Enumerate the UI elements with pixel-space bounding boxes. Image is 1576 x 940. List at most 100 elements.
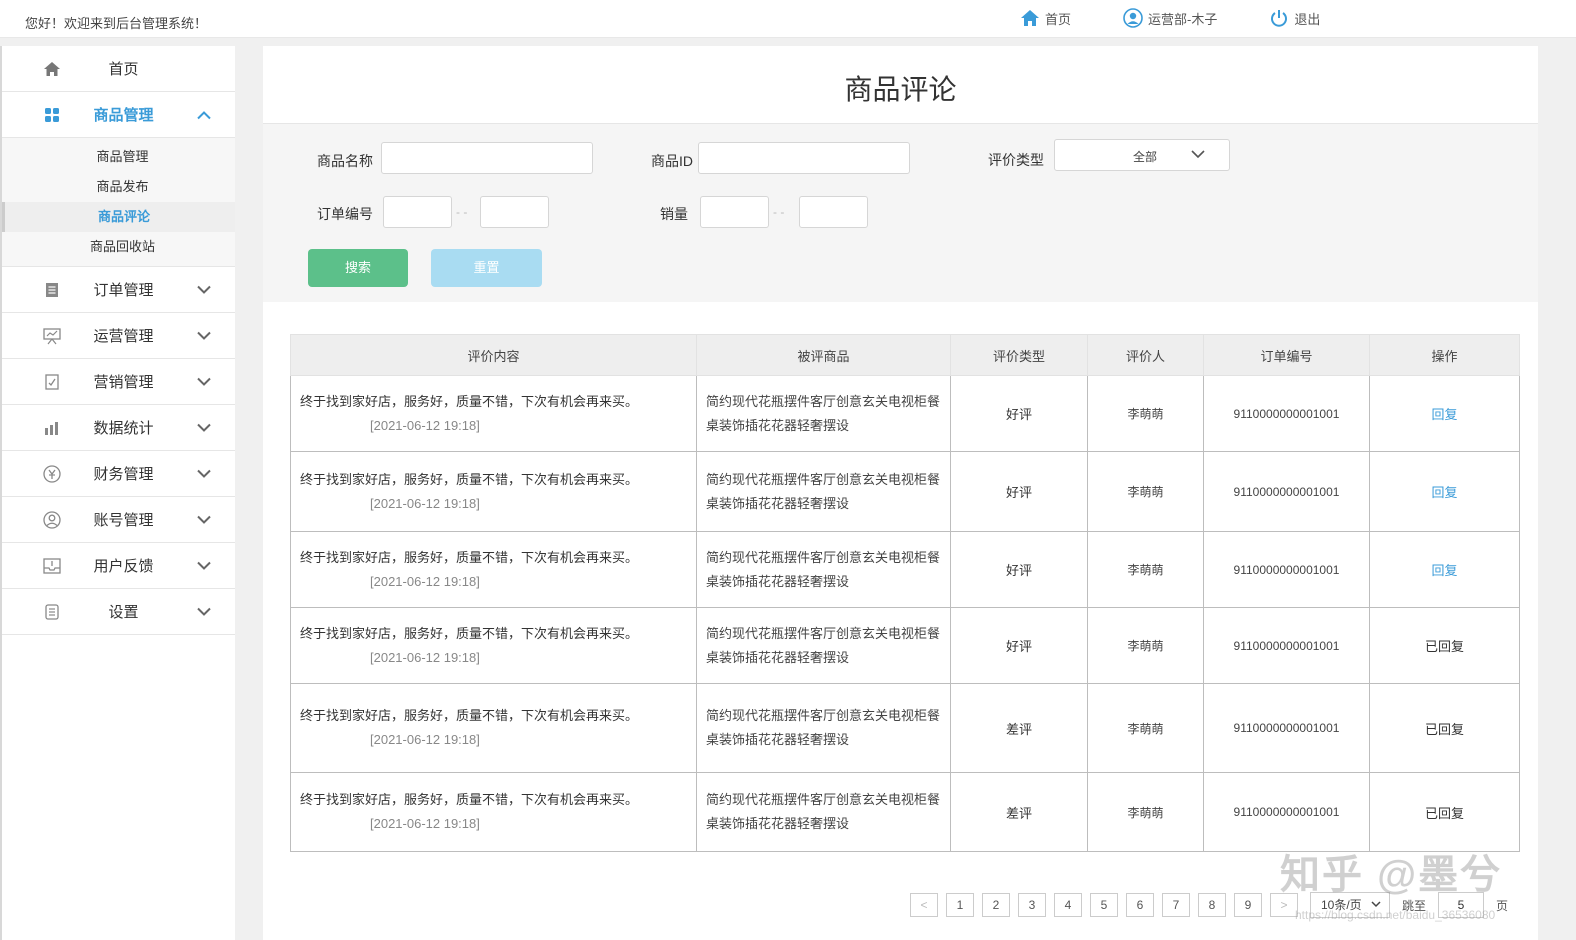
review-type-select[interactable]: 全部 xyxy=(1054,139,1230,171)
review-text: 终于找到家好店，服务好，质量不错，下次有机会再来买。 xyxy=(300,471,639,487)
page-button[interactable]: 7 xyxy=(1162,893,1190,917)
watermark-url: https://blog.csdn.net/baidu_36536080 xyxy=(1295,908,1496,922)
sidebar-item-orders[interactable]: 订单管理 xyxy=(2,267,235,313)
action-cell: 回复 xyxy=(1369,531,1520,608)
order-number-from-input[interactable] xyxy=(383,196,452,228)
product-name-line: 桌装饰插花花器轻奢摆设 xyxy=(706,816,850,831)
watermark-text: 知乎 @墨兮 xyxy=(1280,853,1503,897)
product-name-line: 桌装饰插花花器轻奢摆设 xyxy=(706,649,850,665)
sales-from-input[interactable] xyxy=(700,196,769,228)
product-id-input[interactable] xyxy=(698,142,910,174)
order-number-cell: 9110000000001001 xyxy=(1203,683,1370,773)
user-icon xyxy=(1123,8,1143,28)
page-button[interactable]: 8 xyxy=(1198,893,1226,917)
top-nav: 首页 运营部-木子 退出 xyxy=(1020,8,1372,28)
sales-to-input[interactable] xyxy=(799,196,868,228)
review-type-cell: 差评 xyxy=(950,772,1088,852)
sidebar-item-product-management[interactable]: 商品管理 xyxy=(2,92,235,138)
page-button[interactable]: 4 xyxy=(1054,893,1082,917)
order-number-to-input[interactable] xyxy=(480,196,549,228)
product-cell: 简约现代花瓶摆件客厅创意玄关电视柜餐 桌装饰插花花器轻奢摆设 xyxy=(696,531,951,608)
top-user-label: 运营部-木子 xyxy=(1148,11,1218,27)
submenu-item-product-list[interactable]: 商品管理 xyxy=(2,142,235,172)
search-button[interactable]: 搜索 xyxy=(308,249,408,287)
review-content-cell: 终于找到家好店，服务好，质量不错，下次有机会再来买。 [2021-06-12 19… xyxy=(290,772,697,852)
prev-page-button[interactable]: < xyxy=(910,893,938,917)
table-row: 终于找到家好店，服务好，质量不错，下次有机会再来买。 [2021-06-12 19… xyxy=(290,531,1520,608)
sidebar-item-finance[interactable]: 财务管理 xyxy=(2,451,235,497)
product-cell: 简约现代花瓶摆件客厅创意玄关电视柜餐 桌装饰插花花器轻奢摆设 xyxy=(696,772,951,852)
product-id-label: 商品ID xyxy=(651,153,693,169)
sidebar-item-feedback[interactable]: 用户反馈 xyxy=(2,543,235,589)
top-bar: 您好！欢迎来到后台管理系统！ 首页 运营部-木子 退出 xyxy=(0,0,1576,38)
reply-link[interactable]: 回复 xyxy=(1431,407,1457,422)
review-content-cell: 终于找到家好店，服务好，质量不错，下次有机会再来买。 [2021-06-12 19… xyxy=(290,607,697,684)
page-button[interactable]: 5 xyxy=(1090,893,1118,917)
reviews-table: 评价内容 被评商品 评价类型 评价人 订单编号 操作 终于找到家好店，服务好，质… xyxy=(290,334,1520,852)
submenu-item-product-reviews[interactable]: 商品评论 xyxy=(2,202,235,232)
table-row: 终于找到家好店，服务好，质量不错，下次有机会再来买。 [2021-06-12 19… xyxy=(290,607,1520,684)
table-row: 终于找到家好店，服务好，质量不错，下次有机会再来买。 [2021-06-12 19… xyxy=(290,375,1520,452)
chevron-down-icon xyxy=(197,469,211,478)
table-header-row: 评价内容 被评商品 评价类型 评价人 订单编号 操作 xyxy=(290,334,1520,376)
order-number-label: 订单编号 xyxy=(317,206,373,222)
reply-link[interactable]: 回复 xyxy=(1431,485,1457,500)
chevron-down-icon xyxy=(197,607,211,616)
review-time: [2021-06-12 19:18] xyxy=(370,816,480,831)
product-name-label: 商品名称 xyxy=(317,153,373,169)
filter-panel: 商品名称 商品ID 评价类型 全部 订单编号 - - 销量 - - 搜索 重置 xyxy=(263,124,1538,302)
submenu-item-product-publish[interactable]: 商品发布 xyxy=(2,172,235,202)
product-name-line: 桌装饰插花花器轻奢摆设 xyxy=(706,573,850,589)
sidebar-item-operations[interactable]: 运营管理 xyxy=(2,313,235,359)
reviewer-cell: 李萌萌 xyxy=(1087,451,1204,532)
sidebar-item-statistics[interactable]: 数据统计 xyxy=(2,405,235,451)
reviewer-cell: 李萌萌 xyxy=(1087,772,1204,852)
top-home-link[interactable]: 首页 xyxy=(1020,9,1071,28)
review-text: 终于找到家好店，服务好，质量不错，下次有机会再来买。 xyxy=(300,708,639,723)
product-name-line: 桌装饰插花花器轻奢摆设 xyxy=(706,417,850,433)
reset-button[interactable]: 重置 xyxy=(431,249,542,287)
review-text: 终于找到家好店，服务好，质量不错，下次有机会再来买。 xyxy=(300,549,639,565)
welcome-text: 您好！欢迎来到后台管理系统！ xyxy=(25,16,208,31)
product-name-input[interactable] xyxy=(381,142,593,174)
page-button[interactable]: 9 xyxy=(1234,893,1262,917)
top-user-link[interactable]: 运营部-木子 xyxy=(1123,8,1217,28)
submenu-item-recycle-bin[interactable]: 商品回收站 xyxy=(2,232,235,262)
sales-label: 销量 xyxy=(660,206,688,222)
order-number-cell: 9110000000001001 xyxy=(1203,531,1370,608)
action-cell: 已回复 xyxy=(1369,607,1520,684)
logout-link[interactable]: 退出 xyxy=(1269,8,1320,28)
review-type-cell: 好评 xyxy=(950,607,1088,684)
chevron-down-icon xyxy=(197,285,211,294)
review-type-value: 全部 xyxy=(1133,150,1158,164)
chevron-down-icon xyxy=(1191,150,1205,159)
column-header: 评价人 xyxy=(1087,334,1204,376)
page-button[interactable]: 6 xyxy=(1126,893,1154,917)
review-content-cell: 终于找到家好店，服务好，质量不错，下次有机会再来买。 [2021-06-12 19… xyxy=(290,375,697,452)
page-button[interactable]: 2 xyxy=(982,893,1010,917)
column-header: 操作 xyxy=(1369,334,1520,376)
sidebar-item-accounts[interactable]: 账号管理 xyxy=(2,497,235,543)
review-type-cell: 好评 xyxy=(950,375,1088,452)
order-number-cell: 9110000000001001 xyxy=(1203,772,1370,852)
product-name-line: 简约现代花瓶摆件客厅创意玄关电视柜餐 xyxy=(706,708,941,723)
page-button[interactable]: 3 xyxy=(1018,893,1046,917)
page-button[interactable]: 1 xyxy=(946,893,974,917)
review-content-cell: 终于找到家好店，服务好，质量不错，下次有机会再来买。 [2021-06-12 19… xyxy=(290,531,697,608)
chevron-down-icon xyxy=(197,331,211,340)
product-name-line: 简约现代花瓶摆件客厅创意玄关电视柜餐 xyxy=(706,792,941,807)
sidebar-item-home[interactable]: 首页 xyxy=(2,46,235,92)
product-name-line: 简约现代花瓶摆件客厅创意玄关电视柜餐 xyxy=(706,625,941,641)
review-time: [2021-06-12 19:18] xyxy=(370,573,480,589)
column-header: 订单编号 xyxy=(1203,334,1370,376)
main-panel: 商品评论 商品名称 商品ID 评价类型 全部 订单编号 - - 销量 - - 搜… xyxy=(263,46,1538,940)
table-row: 终于找到家好店，服务好，质量不错，下次有机会再来买。 [2021-06-12 19… xyxy=(290,772,1520,852)
sidebar-item-marketing[interactable]: 营销管理 xyxy=(2,359,235,405)
order-number-cell: 9110000000001001 xyxy=(1203,375,1370,452)
logout-label: 退出 xyxy=(1294,11,1321,27)
range-dash: - - xyxy=(773,205,785,219)
product-name-line: 简约现代花瓶摆件客厅创意玄关电视柜餐 xyxy=(706,471,941,487)
reply-link[interactable]: 回复 xyxy=(1431,563,1457,578)
product-name-line: 简约现代花瓶摆件客厅创意玄关电视柜餐 xyxy=(706,393,941,409)
sidebar-item-settings[interactable]: 设置 xyxy=(2,589,235,635)
